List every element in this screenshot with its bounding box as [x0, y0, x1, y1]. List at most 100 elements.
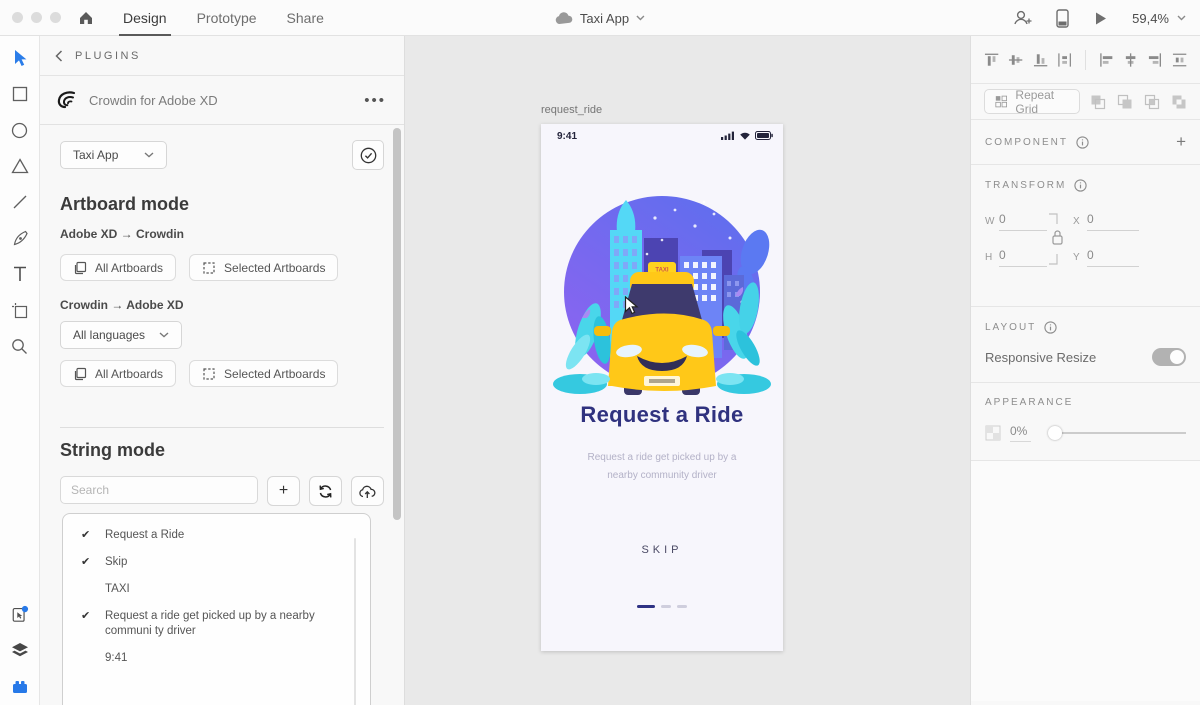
- polygon-tool-icon[interactable]: [10, 157, 29, 175]
- tab-design[interactable]: Design: [119, 0, 171, 36]
- window-controls[interactable]: [12, 12, 61, 23]
- project-select[interactable]: Taxi App: [60, 141, 168, 169]
- plugins-panel-scrollbar[interactable]: [393, 128, 401, 520]
- add-string-button[interactable]: +: [267, 476, 300, 506]
- cloud-upload-icon: [359, 485, 376, 498]
- check-icon: [81, 651, 105, 666]
- play-preview-icon[interactable]: [1093, 11, 1108, 26]
- ellipse-tool-icon[interactable]: [11, 121, 29, 139]
- phone-status-bar: 9:41: [541, 124, 783, 148]
- distribute-horizontal-icon[interactable]: [1057, 52, 1072, 68]
- plugins-panel-header: PLUGINS: [40, 36, 404, 76]
- assets-panel-icon[interactable]: [11, 677, 29, 695]
- info-icon[interactable]: [1074, 179, 1087, 192]
- plugins-header-label: PLUGINS: [75, 49, 141, 62]
- selected-artboards-button[interactable]: Selected Artboards: [189, 254, 339, 281]
- appearance-label: APPEARANCE: [985, 397, 1074, 408]
- plugins-panel: PLUGINS Crowdin for Adobe XD ••• Taxi Ap…: [40, 36, 405, 705]
- boolean-subtract-icon[interactable]: [1117, 94, 1133, 110]
- tab-share[interactable]: Share: [287, 0, 324, 36]
- upload-strings-button[interactable]: [351, 476, 384, 506]
- languages-select[interactable]: All languages: [60, 321, 183, 349]
- boolean-intersect-icon[interactable]: [1144, 94, 1160, 110]
- plugin-title-row: Crowdin for Adobe XD •••: [40, 76, 404, 125]
- wifi-icon: [740, 132, 750, 140]
- back-chevron-icon[interactable]: [55, 49, 63, 62]
- zoom-tool-icon[interactable]: [11, 337, 29, 355]
- width-field[interactable]: 0: [999, 212, 1047, 231]
- panel-empty-area: [971, 461, 1200, 701]
- all-artboards-button-2[interactable]: All Artboards: [60, 360, 177, 387]
- refresh-strings-button[interactable]: [309, 476, 342, 506]
- responsive-resize-toggle[interactable]: [1152, 348, 1186, 366]
- string-list-item[interactable]: ✔ Request a Ride: [63, 522, 370, 549]
- search-input[interactable]: [60, 476, 258, 504]
- info-icon[interactable]: [1076, 135, 1089, 149]
- x-field[interactable]: 0: [1087, 212, 1139, 231]
- repeat-grid-button[interactable]: Repeat Grid: [984, 88, 1080, 116]
- string-list-scrollbar[interactable]: [354, 538, 356, 705]
- info-icon[interactable]: [1044, 321, 1057, 334]
- string-list-item[interactable]: TAXI: [63, 576, 370, 603]
- align-top-icon[interactable]: [984, 52, 999, 68]
- crowdin-logo-icon: [55, 90, 77, 110]
- line-tool-icon[interactable]: [11, 193, 29, 211]
- string-list-item[interactable]: 9:41: [63, 645, 370, 672]
- tool-rail: [0, 36, 40, 705]
- artboard-name-label[interactable]: request_ride: [541, 104, 602, 116]
- plugin-more-menu-icon[interactable]: •••: [364, 92, 386, 109]
- height-field[interactable]: 0: [999, 248, 1047, 267]
- y-field[interactable]: 0: [1087, 248, 1139, 267]
- boolean-exclude-icon[interactable]: [1171, 94, 1187, 110]
- repeat-grid-row: Repeat Grid: [971, 84, 1200, 120]
- string-list-item[interactable]: ✔ Skip: [63, 549, 370, 576]
- zoom-level-control[interactable]: 59,4%: [1132, 11, 1186, 26]
- align-bottom-icon[interactable]: [1033, 52, 1048, 68]
- align-center-icon[interactable]: [1123, 52, 1138, 68]
- align-left-icon[interactable]: [1099, 52, 1114, 68]
- selection-marquee-icon: [203, 367, 215, 380]
- connection-status-button[interactable]: [352, 140, 384, 170]
- boolean-add-icon[interactable]: [1090, 94, 1106, 110]
- close-window-icon[interactable]: [12, 12, 23, 23]
- device-preview-icon[interactable]: [1056, 8, 1069, 28]
- mouse-cursor: [624, 296, 639, 315]
- opacity-value[interactable]: 0%: [1010, 424, 1032, 442]
- artboard-request-ride[interactable]: 9:41 TAXI Request a Ride Request a ride …: [541, 124, 783, 651]
- opacity-slider[interactable]: [1048, 426, 1186, 440]
- minimize-window-icon[interactable]: [31, 12, 42, 23]
- distribute-vertical-icon[interactable]: [1172, 52, 1187, 68]
- refresh-icon: [319, 484, 332, 498]
- transform-label: TRANSFORM: [985, 180, 1067, 191]
- canvas[interactable]: request_ride 9:41 TAXI Request a Ride Re…: [406, 36, 970, 705]
- check-icon: ✔: [81, 610, 91, 622]
- lock-aspect-icon[interactable]: [1045, 210, 1065, 268]
- add-component-icon[interactable]: +: [1176, 132, 1186, 152]
- align-middle-icon[interactable]: [1008, 52, 1023, 68]
- select-tool-icon[interactable]: [11, 49, 29, 67]
- plugins-panel-icon[interactable]: [11, 605, 29, 623]
- home-icon[interactable]: [77, 9, 95, 27]
- layers-panel-icon[interactable]: [11, 641, 29, 659]
- selected-artboards-button-2[interactable]: Selected Artboards: [189, 360, 339, 387]
- maximize-window-icon[interactable]: [50, 12, 61, 23]
- share-user-icon[interactable]: [1012, 8, 1032, 28]
- align-right-icon[interactable]: [1147, 52, 1162, 68]
- tab-prototype[interactable]: Prototype: [197, 0, 257, 36]
- x-label: X: [1073, 216, 1080, 227]
- all-artboards-button[interactable]: All Artboards: [60, 254, 177, 281]
- chevron-down-icon: [144, 152, 154, 158]
- document-title[interactable]: Taxi App: [555, 0, 645, 36]
- string-list-item[interactable]: ✔ Request a ride get picked up by a nearb…: [63, 603, 370, 645]
- page-indicator: [541, 605, 783, 608]
- onboarding-subtitle-line2: nearby community driver: [607, 470, 717, 481]
- pen-tool-icon[interactable]: [11, 229, 29, 247]
- page-dot: [661, 605, 671, 608]
- skip-button[interactable]: SKIP: [541, 544, 783, 556]
- opacity-slider-knob[interactable]: [1048, 426, 1063, 440]
- text-tool-icon[interactable]: [11, 265, 29, 283]
- artboard-tool-icon[interactable]: [11, 301, 29, 319]
- onboarding-title: Request a Ride: [580, 402, 744, 427]
- rectangle-tool-icon[interactable]: [11, 85, 29, 103]
- layout-label: LAYOUT: [985, 322, 1037, 333]
